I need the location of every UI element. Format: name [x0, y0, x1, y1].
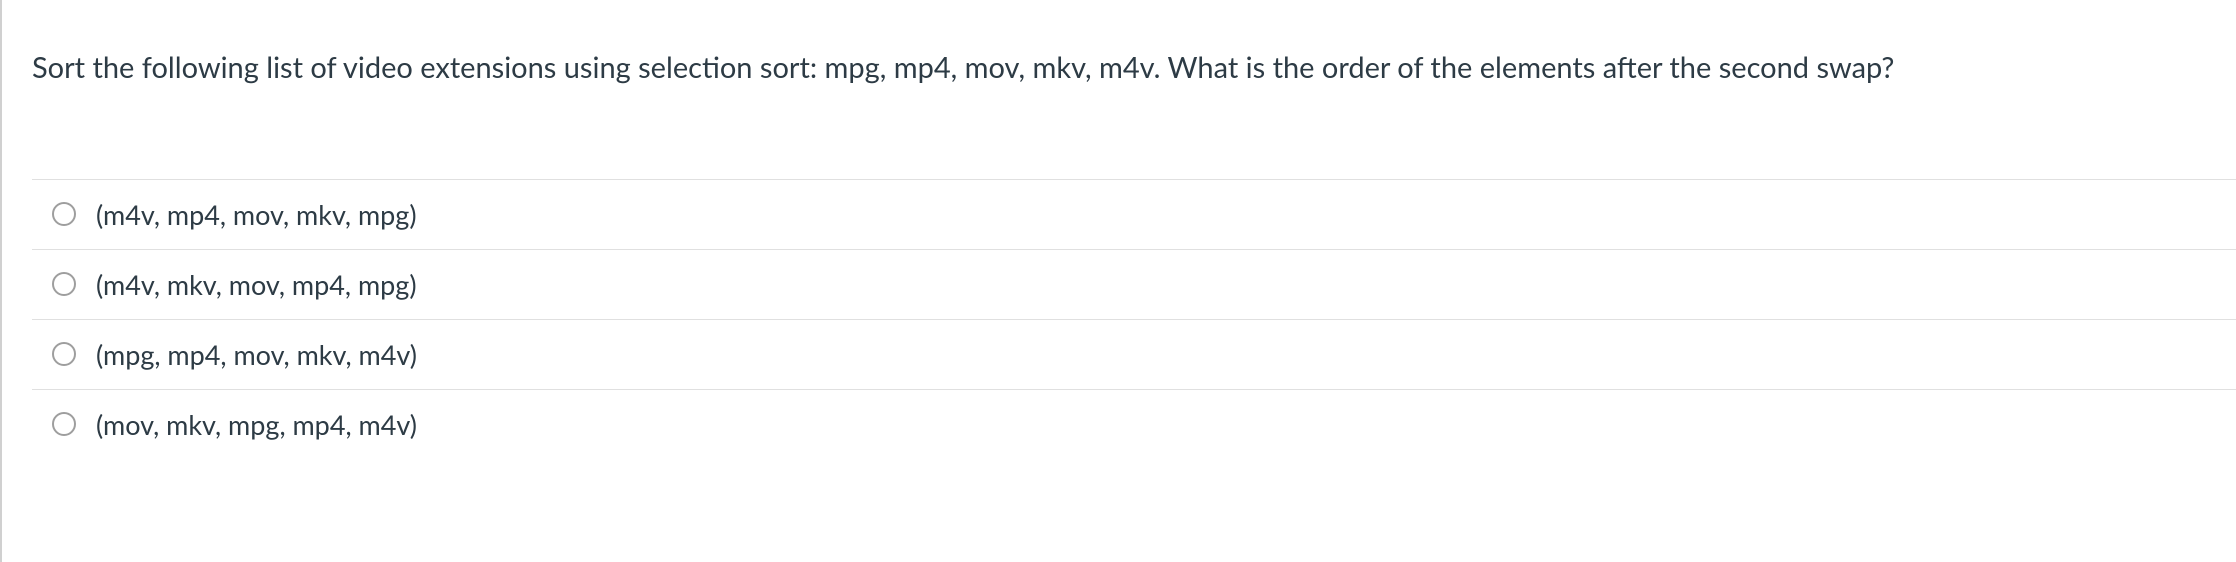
option-row[interactable]: (mpg, mp4, mov, mkv, m4v): [32, 319, 2236, 389]
option-row[interactable]: (mov, mkv, mpg, mp4, m4v): [32, 389, 2236, 459]
option-row[interactable]: (m4v, mkv, mov, mp4, mpg): [32, 249, 2236, 319]
option-label: (mpg, mp4, mov, mkv, m4v): [96, 338, 417, 371]
option-label: (m4v, mp4, mov, mkv, mpg): [96, 198, 417, 231]
option-row[interactable]: (m4v, mp4, mov, mkv, mpg): [32, 179, 2236, 249]
question-container: Sort the following list of video extensi…: [0, 0, 2236, 562]
radio-icon[interactable]: [52, 412, 76, 436]
option-label: (m4v, mkv, mov, mp4, mpg): [96, 268, 417, 301]
options-list: (m4v, mp4, mov, mkv, mpg) (m4v, mkv, mov…: [32, 179, 2236, 459]
question-text: Sort the following list of video extensi…: [32, 48, 2236, 89]
radio-icon[interactable]: [52, 342, 76, 366]
radio-icon[interactable]: [52, 272, 76, 296]
option-label: (mov, mkv, mpg, mp4, m4v): [96, 408, 417, 441]
radio-icon[interactable]: [52, 202, 76, 226]
